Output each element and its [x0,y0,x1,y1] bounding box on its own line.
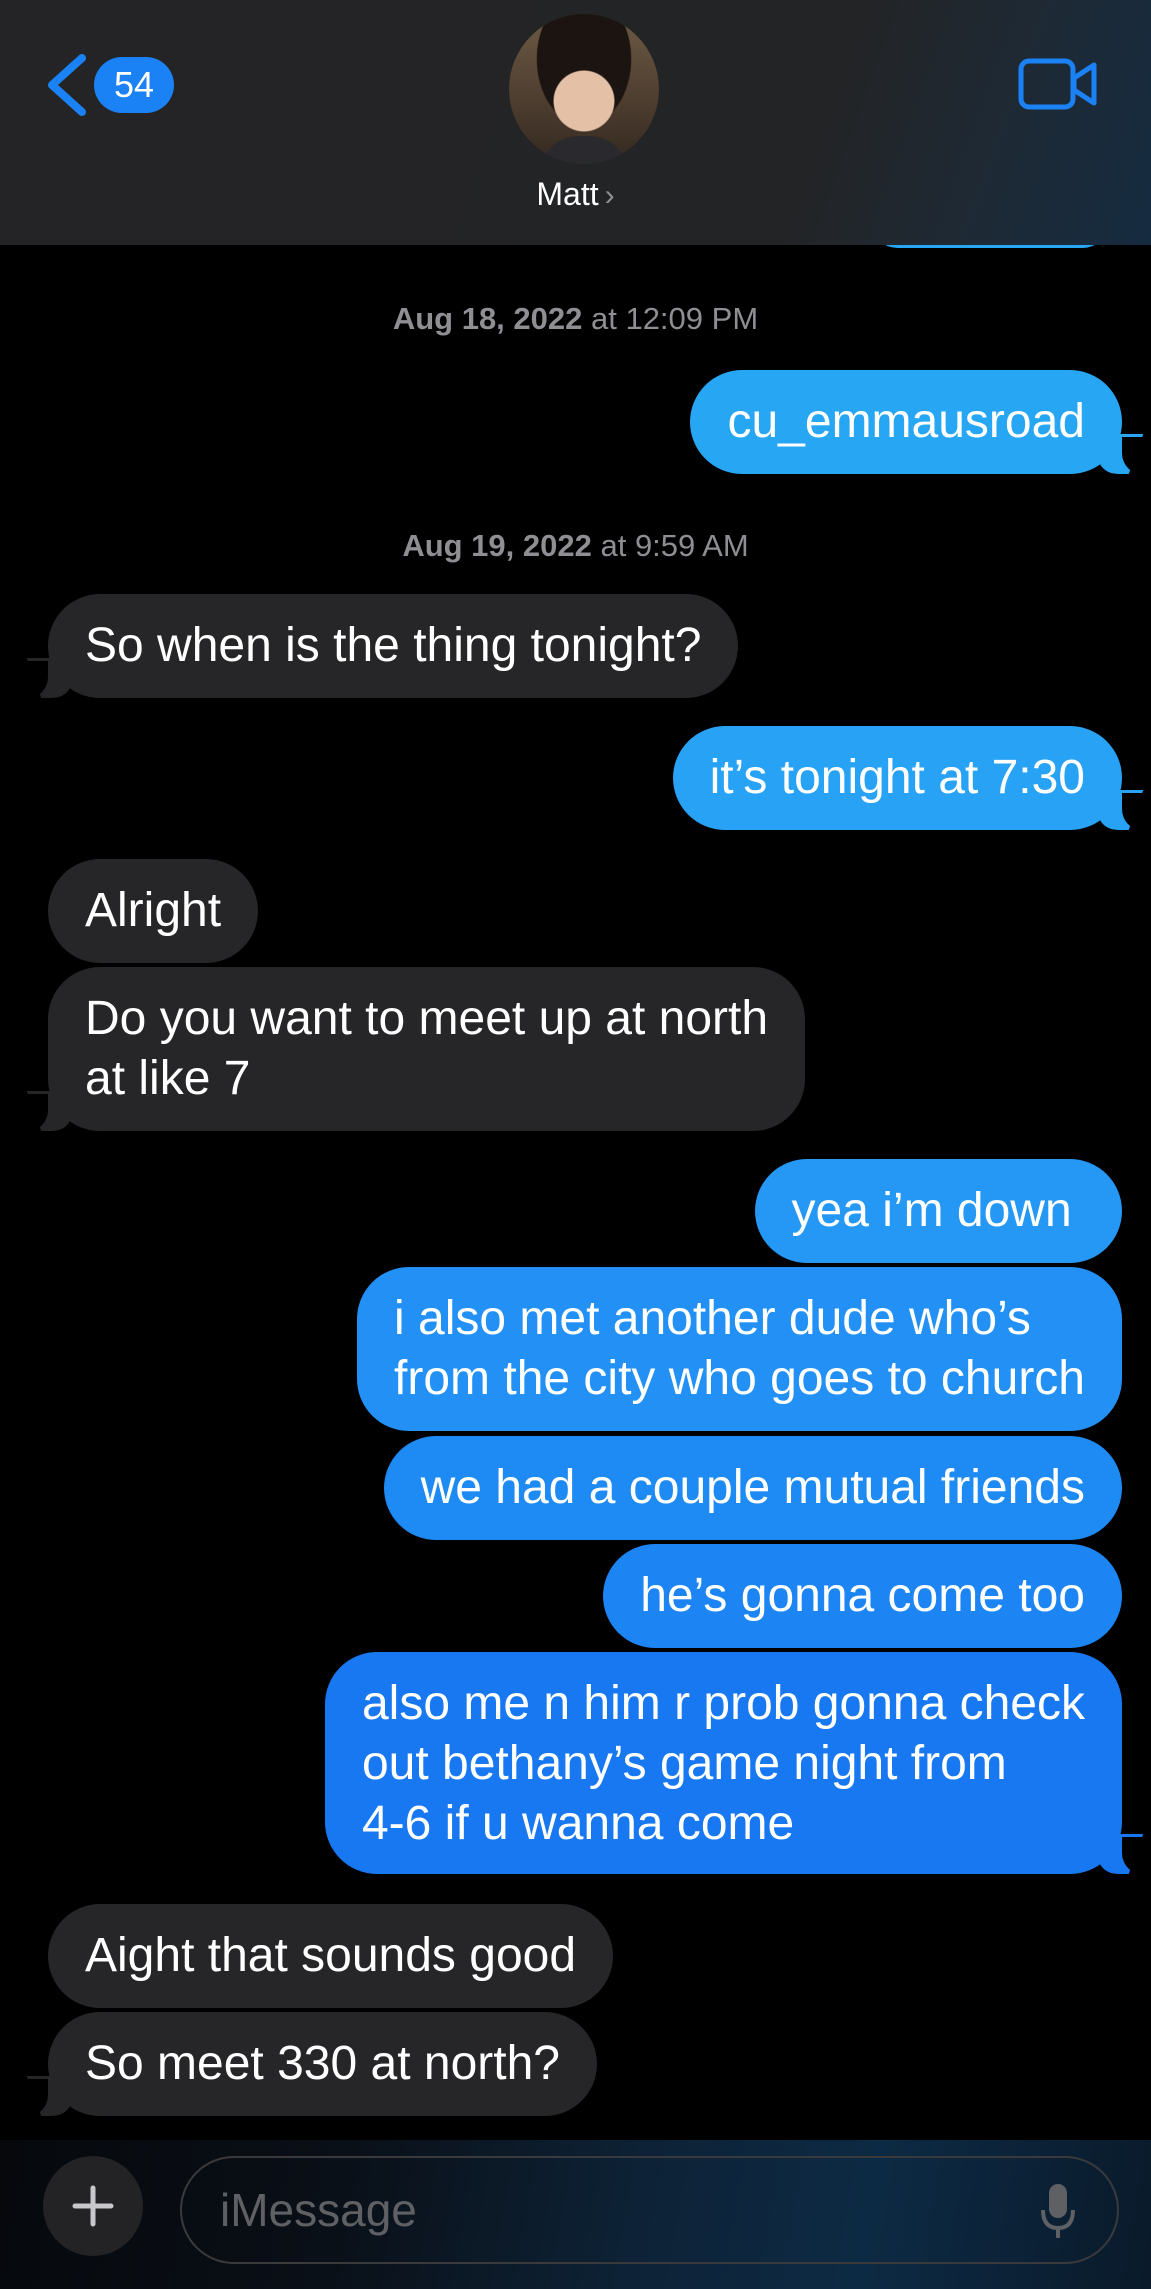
message-bubble-outgoing[interactable]: yea i’m down [754,1159,1122,1263]
video-camera-icon[interactable] [1018,56,1098,112]
message-bubble-outgoing[interactable]: also me n him r prob gonna check out bet… [324,1652,1151,1875]
message-bubble-outgoing[interactable]: cu_emmausroad [690,370,1151,475]
back-button[interactable]: 54 [44,50,174,120]
microphone-icon[interactable] [1040,2182,1076,2242]
message-bubble-incoming[interactable]: Do you want to meet up at north at like … [13,967,806,1132]
timestamp: Aug 18, 2022 at 12:09 PM [392,301,759,336]
message-input[interactable] [180,2156,1119,2264]
message-bubble-incoming[interactable]: So when is the thing tonight? [13,594,739,699]
message-thread: Aug 18, 2022 at 12:09 PM cu_emmausroad A… [0,0,1151,2289]
contact-name[interactable]: Matt › [0,176,1151,213]
message-bubble-outgoing[interactable]: it’s tonight at 7:30 [672,726,1151,831]
unread-count-badge: 54 [94,57,174,113]
compose-bar [0,2140,1151,2289]
chevron-right-icon: › [604,179,615,212]
back-chevron-icon [48,54,86,116]
timestamp: Aug 19, 2022 at 9:59 AM [402,528,749,563]
message-bubble-outgoing[interactable]: he’s gonna come too [603,1544,1122,1648]
message-bubble-incoming[interactable]: So meet 330 at north? [14,2012,597,2117]
conversation-header: 54 Matt › [0,0,1151,245]
message-bubble-outgoing[interactable]: we had a couple mutual friends [383,1436,1122,1540]
avatar[interactable] [509,14,659,164]
message-bubble-incoming[interactable]: Alright [48,859,259,963]
apps-plus-button[interactable] [43,2156,143,2256]
message-bubble-outgoing[interactable]: i also met another dude who’s from the c… [357,1267,1122,1431]
message-bubble-incoming[interactable]: Aight that sounds good [48,1904,614,2008]
plus-icon [72,2185,114,2227]
